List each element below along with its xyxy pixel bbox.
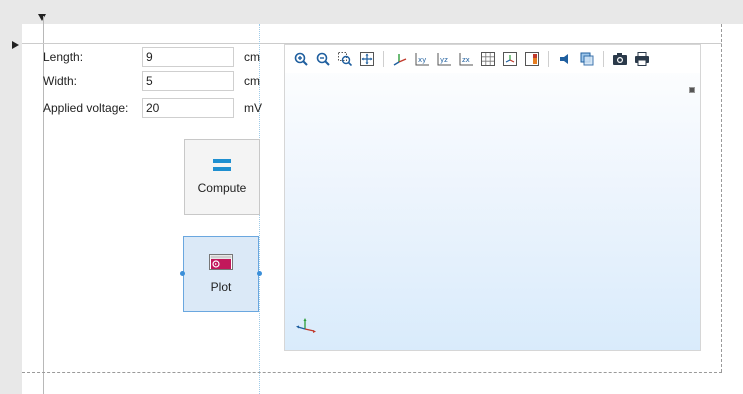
zoom-out-icon[interactable] — [315, 51, 331, 67]
compute-label: Compute — [197, 181, 247, 195]
axis-orientation-icon[interactable] — [502, 51, 518, 67]
camera-icon[interactable] — [612, 51, 628, 67]
compute-button[interactable]: Compute — [184, 139, 260, 215]
default-view-icon[interactable] — [392, 51, 408, 67]
width-row: Width: cm — [43, 71, 260, 91]
light-icon[interactable] — [557, 51, 573, 67]
voltage-unit: mV — [244, 101, 262, 115]
voltage-input[interactable] — [142, 98, 234, 118]
toolbar-separator — [548, 51, 549, 67]
row-marker-icon[interactable] — [12, 41, 19, 49]
zoom-in-icon[interactable] — [293, 51, 309, 67]
yz-view-icon[interactable]: yz — [436, 51, 452, 67]
voltage-row: Applied voltage: mV — [43, 98, 262, 118]
grid-icon[interactable] — [480, 51, 496, 67]
form-boundary-bottom — [22, 372, 722, 373]
width-unit: cm — [244, 74, 260, 88]
print-icon[interactable] — [634, 51, 650, 67]
width-label: Width: — [43, 74, 78, 88]
zoom-extents-icon[interactable] — [359, 51, 375, 67]
window-restore-icon[interactable] — [689, 87, 695, 93]
toolbar-separator — [383, 51, 384, 67]
graphics-toolbar: xy yz zx — [285, 45, 700, 73]
column-marker-icon[interactable] — [38, 14, 46, 21]
length-input[interactable] — [142, 47, 234, 67]
svg-text:yz: yz — [440, 56, 448, 64]
equals-icon — [213, 159, 231, 171]
svg-text:xy: xy — [418, 56, 426, 64]
svg-text:zx: zx — [462, 56, 470, 64]
transparency-icon[interactable] — [579, 51, 595, 67]
length-label: Length: — [43, 50, 84, 64]
zx-view-icon[interactable]: zx — [458, 51, 474, 67]
zoom-box-icon[interactable] — [337, 51, 353, 67]
left-ruler — [0, 0, 22, 394]
plot-label: Plot — [210, 280, 232, 294]
color-legend-icon[interactable] — [524, 51, 540, 67]
length-unit: cm — [244, 50, 260, 64]
voltage-label: Applied voltage: — [43, 101, 129, 115]
length-row: Length: cm — [43, 47, 260, 67]
graphics-window[interactable]: xy yz zx — [284, 44, 701, 351]
coordinate-axes-icon — [296, 318, 316, 333]
form-boundary-right — [721, 24, 722, 372]
top-ruler — [0, 0, 743, 24]
resize-handle-right[interactable] — [257, 271, 262, 276]
xy-view-icon[interactable]: xy — [414, 51, 430, 67]
plot-icon — [209, 254, 233, 270]
plot-button[interactable]: Plot — [183, 236, 259, 312]
toolbar-separator — [603, 51, 604, 67]
resize-handle-left[interactable] — [180, 271, 185, 276]
width-input[interactable] — [142, 71, 234, 91]
